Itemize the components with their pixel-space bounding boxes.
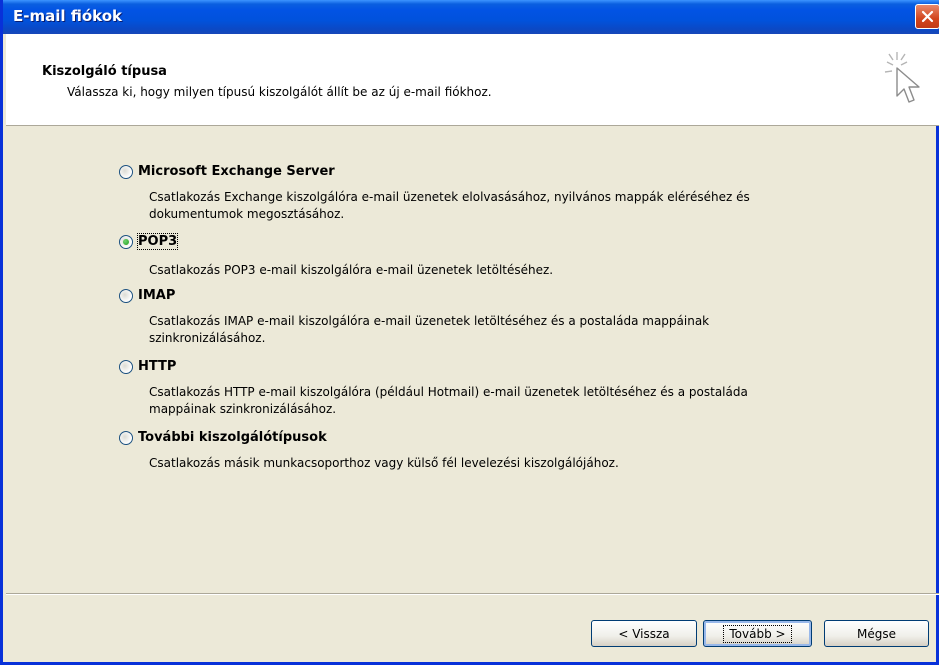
email-accounts-dialog: E-mail fiókok Kiszolgáló típusa Válassza…	[0, 0, 939, 665]
option-other-description: Csatlakozás másik munkacsoporthoz vagy k…	[149, 456, 619, 470]
option-exchange-description: Csatlakozás Exchange kiszolgálóra e-mail…	[149, 190, 750, 221]
option-exchange-label[interactable]: Microsoft Exchange Server	[138, 164, 335, 179]
radio-imap[interactable]	[119, 289, 133, 303]
next-button-label: Tovább >	[723, 624, 792, 643]
next-button[interactable]: Tovább >	[703, 620, 812, 647]
cancel-button-label: Mégse	[857, 626, 896, 641]
option-http-label[interactable]: HTTP	[138, 359, 176, 374]
page-subtitle: Válassza ki, hogy milyen típusú kiszolgá…	[67, 85, 492, 99]
title-bar[interactable]: E-mail fiókok	[3, 0, 939, 34]
wizard-cursor-icon	[884, 52, 920, 103]
option-pop3-label[interactable]: POP3	[136, 233, 179, 250]
footer-divider	[6, 593, 939, 595]
option-imap-label[interactable]: IMAP	[138, 288, 175, 303]
option-imap-description: Csatlakozás IMAP e-mail kiszolgálóra e-m…	[149, 314, 710, 345]
back-button[interactable]: < Vissza	[591, 620, 697, 647]
back-button-label: < Vissza	[618, 626, 670, 641]
page-title: Kiszolgáló típusa	[42, 64, 167, 79]
wizard-header: Kiszolgáló típusa Válassza ki, hogy mily…	[6, 34, 939, 126]
close-icon	[921, 10, 934, 23]
cancel-button[interactable]: Mégse	[824, 620, 929, 647]
radio-http[interactable]	[119, 360, 133, 374]
radio-pop3[interactable]	[119, 235, 133, 249]
option-other-label[interactable]: További kiszolgálótípusok	[138, 430, 327, 445]
window-title: E-mail fiókok	[13, 7, 123, 25]
radio-selected-dot	[123, 239, 129, 245]
close-button[interactable]	[915, 4, 939, 29]
radio-exchange[interactable]	[119, 165, 133, 179]
option-http-description: Csatlakozás HTTP e-mail kiszolgálóra (pé…	[149, 385, 748, 416]
radio-other[interactable]	[119, 431, 133, 445]
option-pop3-description: Csatlakozás POP3 e-mail kiszolgálóra e-m…	[149, 263, 554, 277]
